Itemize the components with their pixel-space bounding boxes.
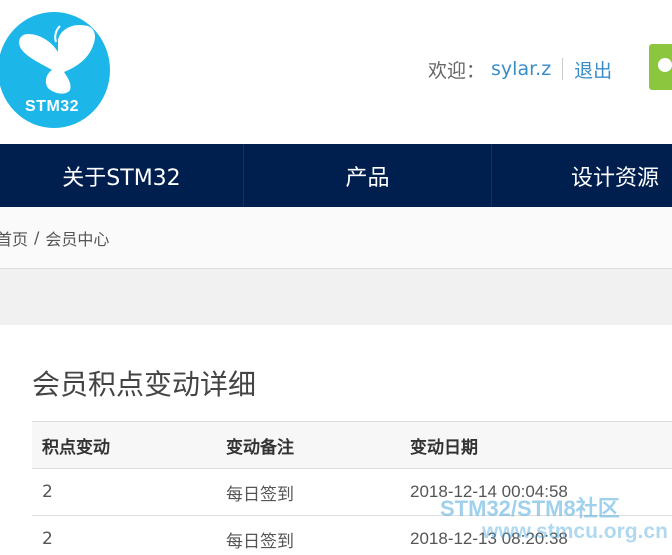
- logo-text: STM32: [25, 98, 80, 115]
- breadcrumb: 首页 / 会员中心: [0, 207, 672, 269]
- watermark-url: www.stmcu.org.cn: [482, 520, 668, 543]
- main-nav: 关于STM32 产品 设计资源: [0, 144, 672, 207]
- chat-button[interactable]: [649, 44, 672, 90]
- nav-item-products[interactable]: 产品: [244, 144, 492, 207]
- breadcrumb-separator: /: [34, 228, 40, 247]
- divider: [562, 58, 564, 80]
- cell-remark: 每日签到: [226, 484, 294, 505]
- username-link[interactable]: sylar.z: [491, 58, 551, 80]
- stm32-logo[interactable]: STM32: [0, 12, 110, 128]
- cell-points-change: 2: [42, 482, 53, 502]
- chat-icon: [658, 58, 672, 72]
- watermark-text: STM32/STM8社区: [440, 496, 620, 521]
- welcome-label: 欢迎：: [428, 59, 486, 82]
- column-header-points-change: 积点变动: [42, 437, 110, 458]
- nav-item-about[interactable]: 关于STM32: [0, 144, 244, 207]
- cell-points-change: 2: [42, 529, 53, 549]
- page-title: 会员积点变动详细: [32, 368, 257, 401]
- cell-remark: 每日签到: [226, 531, 294, 552]
- column-header-date: 变动日期: [410, 437, 478, 457]
- grey-band: [0, 269, 672, 325]
- column-header-remark: 变动备注: [226, 437, 294, 458]
- logout-link[interactable]: 退出: [574, 56, 612, 83]
- site-header: STM32 欢迎： sylar.z 退出: [0, 0, 672, 144]
- page: STM32 欢迎： sylar.z 退出 关于STM32 产品 设计资源 首页 …: [0, 0, 672, 555]
- table-header-row: 积点变动 变动备注 变动日期: [32, 422, 672, 469]
- nav-item-design-resources[interactable]: 设计资源: [492, 144, 672, 207]
- breadcrumb-home[interactable]: 首页: [0, 226, 28, 250]
- breadcrumb-current: 会员中心: [45, 229, 110, 249]
- user-bar: 欢迎： sylar.z 退出: [428, 56, 612, 82]
